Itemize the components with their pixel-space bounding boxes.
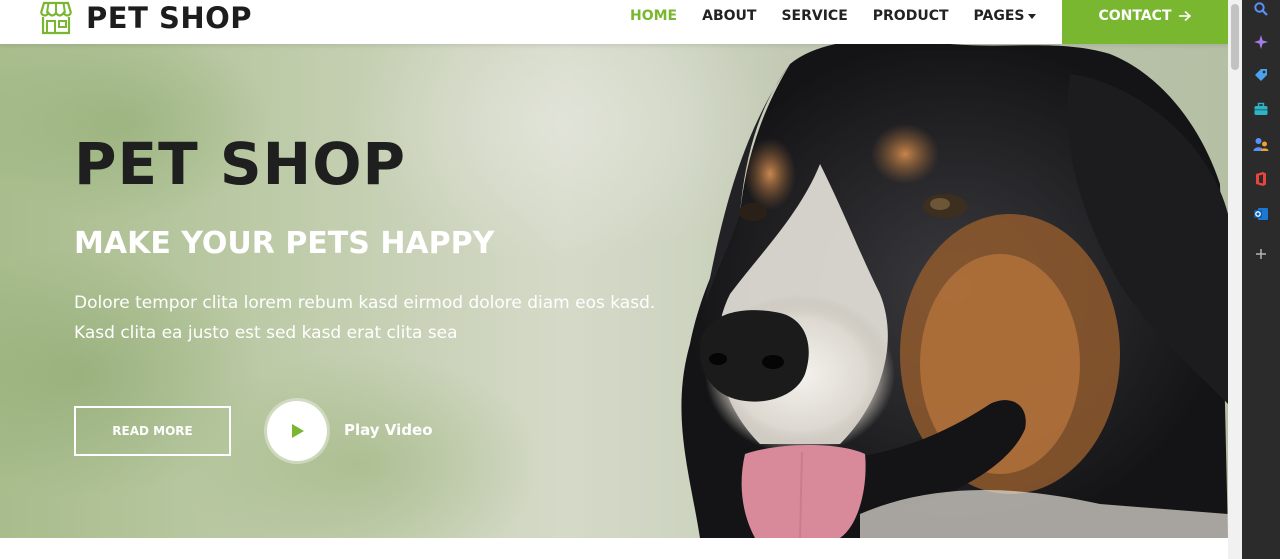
read-more-button[interactable]: READ MORE [74,406,231,456]
nav-menu: HOME ABOUT SERVICE PRODUCT PAGES [630,0,1061,32]
play-video-button[interactable] [267,401,327,461]
play-icon [292,424,304,438]
storefront-icon [39,1,73,35]
browser-sidebar [1242,0,1280,559]
scrollbar-thumb[interactable] [1231,4,1239,70]
hero-description-line-2: Kasd clita ea justo est sed kasd erat cl… [74,323,458,343]
people-icon[interactable] [1252,135,1270,153]
nav-home[interactable]: HOME [630,8,677,24]
play-video-label[interactable]: Play Video [344,421,433,439]
hero-title: PET SHOP [74,130,407,198]
plus-icon[interactable] [1252,245,1270,263]
caret-down-icon [1028,13,1037,19]
nav-service[interactable]: SERVICE [781,8,847,24]
nav-about-label: ABOUT [702,8,757,24]
page: PET SHOP HOME ABOUT SERVICE PRODUCT PAGE… [0,0,1228,559]
brand-name: PET SHOP [86,1,253,35]
search-icon[interactable] [1252,0,1270,18]
hero-subtitle: MAKE YOUR PETS HAPPY [74,226,495,261]
contact-label: CONTACT [1098,8,1172,24]
nav-product-label: PRODUCT [872,8,949,24]
tag-icon[interactable] [1252,66,1270,84]
outlook-icon[interactable] [1252,205,1270,223]
navbar: PET SHOP HOME ABOUT SERVICE PRODUCT PAGE… [0,0,1228,44]
nav-product[interactable]: PRODUCT [873,8,949,24]
nav-home-label: HOME [630,8,678,24]
nav-pages-dropdown[interactable]: PAGES [974,8,1037,24]
nav-service-label: SERVICE [781,8,848,24]
office-icon[interactable] [1252,170,1270,188]
contact-button[interactable]: CONTACT [1062,0,1228,44]
briefcase-icon[interactable] [1252,100,1270,118]
page-bottom-strip [0,538,1228,559]
hero-banner: PET SHOP MAKE YOUR PETS HAPPY Dolore tem… [0,44,1228,538]
read-more-label: READ MORE [112,424,193,438]
sparkle-icon[interactable] [1252,33,1270,51]
hero-description: Dolore tempor clita lorem rebum kasd eir… [74,288,774,348]
page-scrollbar[interactable] [1228,0,1242,559]
hero-description-line-1: Dolore tempor clita lorem rebum kasd eir… [74,293,656,313]
nav-pages-label: PAGES [973,8,1025,24]
nav-about[interactable]: ABOUT [702,8,756,24]
brand[interactable]: PET SHOP [38,0,252,36]
arrow-right-icon [1178,10,1191,22]
